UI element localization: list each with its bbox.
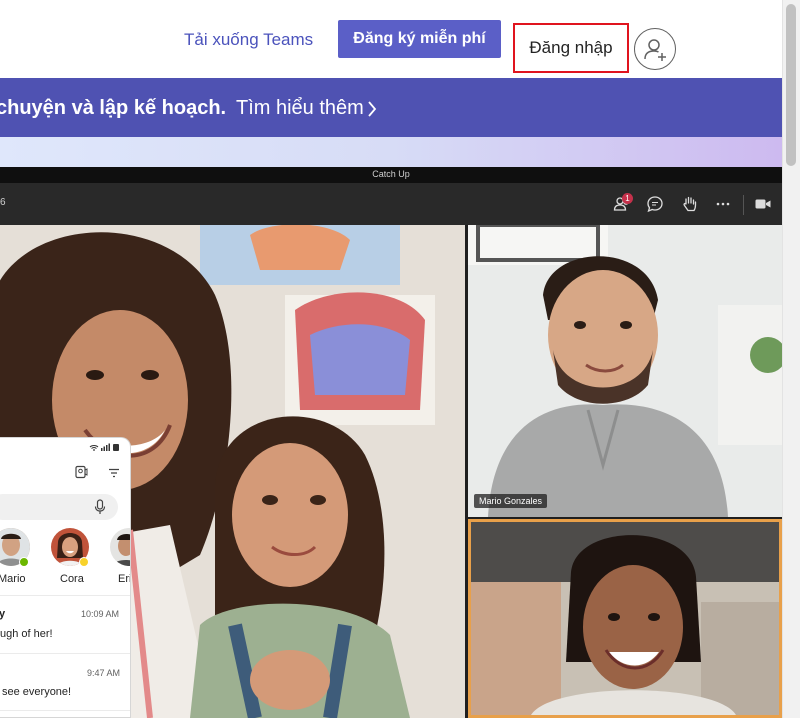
chat-icon[interactable] — [644, 193, 666, 215]
list-divider — [0, 710, 130, 711]
camera-icon[interactable] — [752, 193, 774, 215]
chevron-right-icon — [368, 101, 377, 117]
chat-preview[interactable]: ugh of her! — [0, 628, 53, 640]
meet-now-icon[interactable] — [74, 465, 88, 484]
chat-time: 9:47 AM — [87, 668, 121, 678]
account-button[interactable] — [634, 28, 676, 70]
more-icon[interactable] — [712, 193, 734, 215]
filter-icon[interactable] — [107, 466, 121, 485]
list-divider — [0, 653, 130, 654]
chat-preview[interactable]: see everyone! — [2, 686, 71, 698]
participant-name-tag: Mario Gonzales — [474, 494, 548, 508]
chat-time: 10:09 AM — [81, 609, 120, 619]
site-header: Tải xuống Teams Đăng ký miễn phí Đăng nh… — [0, 0, 782, 78]
microphone-icon[interactable] — [94, 499, 106, 520]
learn-more-link[interactable]: Tìm hiểu thêm — [236, 97, 364, 120]
raise-hand-icon[interactable] — [679, 193, 701, 215]
list-divider — [0, 595, 130, 596]
speaker-video — [471, 522, 779, 715]
status-bar-icons — [89, 443, 119, 451]
signup-free-button[interactable]: Đăng ký miễn phí — [338, 20, 501, 58]
toolbar-divider — [743, 195, 744, 215]
contact-name: Mario — [0, 573, 26, 585]
meeting-toolbar: 6 1 — [0, 183, 782, 225]
meeting-timer: 6 — [0, 197, 6, 208]
teams-landing-page: Tải xuống Teams Đăng ký miễn phí Đăng nh… — [0, 0, 800, 718]
meeting-titlebar: Catch Up — [0, 167, 782, 183]
video-tile-mario — [468, 225, 782, 517]
add-user-icon — [644, 39, 666, 61]
presence-away-icon — [79, 557, 89, 567]
download-teams-link[interactable]: Tải xuống Teams — [184, 30, 313, 50]
meeting-title: Catch Up — [372, 169, 410, 179]
presence-available-icon — [19, 557, 29, 567]
contact-name: Eri — [118, 573, 131, 585]
video-tile-active-speaker — [468, 519, 782, 718]
gradient-strip — [0, 137, 782, 167]
contact-name: Cora — [60, 573, 84, 585]
mario-video — [468, 225, 782, 517]
signin-button[interactable]: Đăng nhập — [513, 23, 629, 73]
contact-avatar-eri[interactable] — [110, 528, 130, 566]
scrollbar-thumb[interactable] — [786, 4, 796, 166]
banner-text: chuyện và lập kế hoạch. — [0, 97, 227, 119]
mobile-app-preview: Mario Cora Eri y 10:09 AM ugh of her! 9:… — [0, 437, 131, 718]
participants-badge: 1 — [622, 193, 633, 204]
chat-sender: y — [0, 608, 5, 620]
